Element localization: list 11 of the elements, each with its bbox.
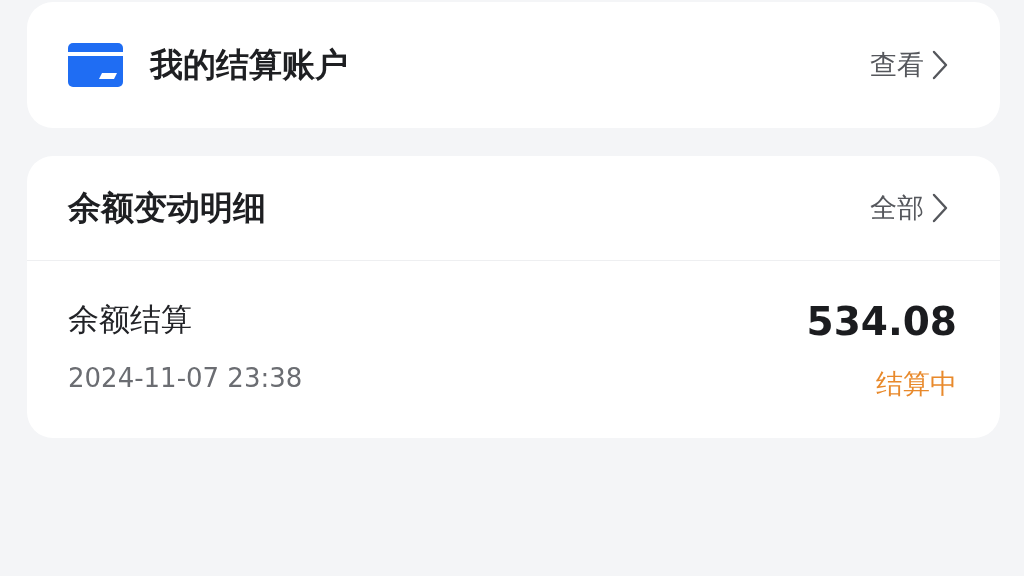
card-title: 我的结算账户 xyxy=(150,43,349,86)
entry-status: 结算中 xyxy=(876,367,957,401)
entry-time: 2024-11-07 23:38 xyxy=(68,363,303,393)
chevron-right-icon xyxy=(932,50,948,80)
card-title: 余额变动明细 xyxy=(68,186,267,229)
entry-amount: 534.08 xyxy=(806,299,957,344)
view-all-link[interactable]: 全部 xyxy=(870,190,948,226)
entry-name: 余额结算 xyxy=(68,300,192,339)
view-link[interactable]: 查看 xyxy=(870,47,948,83)
chevron-right-icon xyxy=(932,193,948,223)
card-icon xyxy=(68,43,123,87)
